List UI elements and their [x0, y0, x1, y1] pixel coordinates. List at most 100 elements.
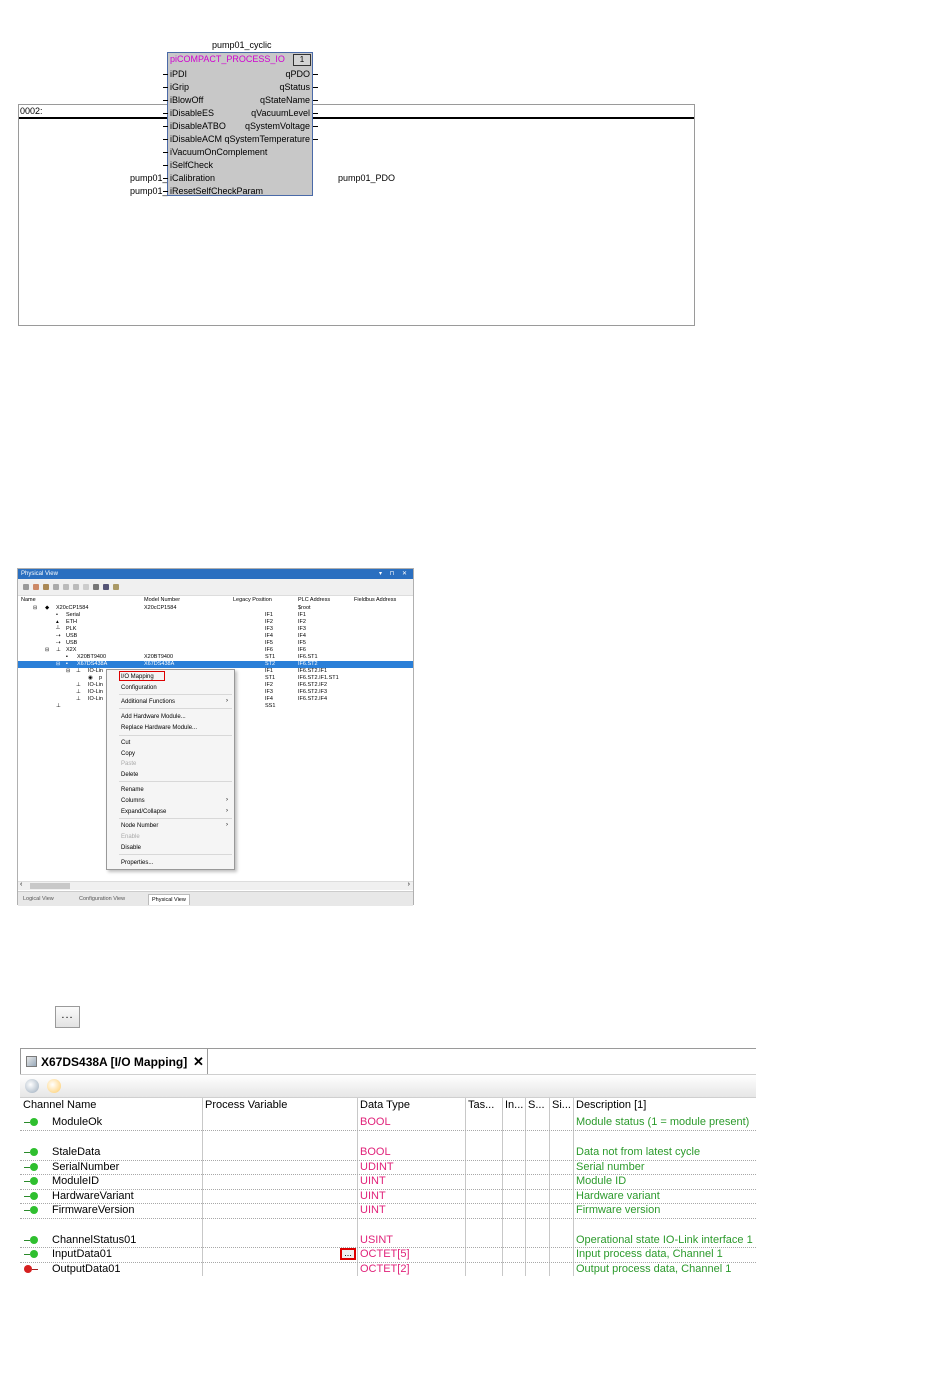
tree-row[interactable]: ⊟ ◆ X20cCP1584 X20cCP1584 $root	[18, 605, 413, 612]
tab-physical-view[interactable]: Physical View	[148, 894, 190, 905]
table-row[interactable]: ModuleOk BOOL Module status (1 = module pr…	[20, 1115, 756, 1131]
io-mapping-grid: Channel Name Process Variable Data Type …	[20, 1098, 756, 1276]
usb-icon: ⇢	[56, 640, 61, 646]
output-wire-pdo[interactable]: pump01_PDO	[338, 173, 395, 183]
menu-expand-collapse[interactable]: Expand/Collapse	[121, 808, 166, 816]
table-row[interactable]: OutputData01 OCTET[2] Output process data,…	[20, 1262, 756, 1277]
scrollbar-thumb[interactable]	[30, 883, 70, 889]
function-block[interactable]: piCOMPACT_PROCESS_IO 1 iPDI iGrip iBlowO…	[163, 52, 318, 197]
col-description[interactable]: Description [1]	[576, 1098, 756, 1113]
input-channel-icon	[30, 1118, 38, 1126]
tree-row-selected[interactable]: ⊟ ▪ X67DS438A X67DS438A ST2 IF6.ST2	[18, 661, 413, 668]
col-position[interactable]: Legacy Position	[233, 597, 272, 603]
menu-node-number[interactable]: Node Number	[121, 822, 158, 830]
menu-configuration[interactable]: Configuration	[121, 684, 157, 692]
menu-replace-hardware-module[interactable]: Replace Hardware Module...	[121, 724, 197, 732]
menu-additional-functions[interactable]: Additional Functions	[121, 698, 175, 706]
refresh-icon[interactable]	[47, 1079, 61, 1093]
toolbar-icon[interactable]	[53, 584, 59, 590]
fb-input-pin[interactable]: iBlowOff	[170, 94, 203, 106]
menu-paste: Paste	[121, 761, 137, 767]
wand-icon[interactable]	[25, 1079, 39, 1093]
col-inverse[interactable]: In...	[505, 1098, 525, 1113]
table-row[interactable]: FirmwareVersion UINT Firmware version	[20, 1203, 756, 1219]
toolbar-icon[interactable]	[83, 584, 89, 590]
menu-add-hardware-module[interactable]: Add Hardware Module...	[121, 713, 186, 721]
col-task[interactable]: Tas...	[468, 1098, 502, 1113]
col-model[interactable]: Model Number	[144, 597, 180, 603]
panel-toolbar	[18, 579, 413, 596]
horizontal-scrollbar[interactable]: ‹ ›	[18, 881, 413, 890]
input-channel-icon	[30, 1235, 38, 1244]
toolbar-icon[interactable]	[113, 584, 119, 590]
toolbar-icon[interactable]	[103, 584, 109, 590]
serial-icon: •	[56, 612, 58, 618]
table-row[interactable]: StaleData BOOL Data not from latest cycle	[20, 1145, 756, 1161]
panel-window-buttons[interactable]: ▾ ⊓ ✕	[379, 569, 410, 579]
fb-output-pin[interactable]: qStatus	[279, 81, 310, 93]
fb-output-pin[interactable]: qSystemVoltage	[245, 120, 310, 132]
fb-output-pin[interactable]: qSystemTemperature	[224, 133, 310, 145]
menu-cut[interactable]: Cut	[121, 739, 130, 747]
fb-input-pin[interactable]: iPDI	[170, 68, 187, 80]
menu-columns[interactable]: Columns	[121, 797, 145, 805]
menu-properties[interactable]: Properties...	[121, 859, 153, 867]
tree-row[interactable]: ⇢ USB IF5 IF5	[18, 640, 413, 647]
submenu-arrow-icon: ›	[226, 808, 228, 814]
tree-row[interactable]: • Serial IF1 IF1	[18, 612, 413, 619]
tree-row[interactable]: ⇢ USB IF4 IF4	[18, 633, 413, 640]
close-icon[interactable]: ✕	[193, 1049, 204, 1075]
tree-row[interactable]: ┴ PLK IF3 IF3	[18, 626, 413, 633]
fb-instance-name[interactable]: pump01_cyclic	[212, 40, 272, 50]
toolbar-icon[interactable]	[23, 584, 29, 590]
io-mapping-editor: X67DS438A [I/O Mapping] ✕ Channel Name P…	[20, 1048, 756, 1276]
fb-output-pin[interactable]: qStateName	[260, 94, 310, 106]
fb-input-pin[interactable]: iDisableATBO	[170, 120, 226, 132]
col-data-type[interactable]: Data Type	[360, 1098, 464, 1113]
fb-input-pin[interactable]: iDisableACM	[170, 133, 222, 145]
eth-icon: ▴	[56, 619, 59, 625]
table-row[interactable]: HardwareVariant UINT Hardware variant	[20, 1189, 756, 1205]
col-plc-address[interactable]: PLC Address	[298, 597, 330, 603]
menu-delete[interactable]: Delete	[121, 771, 138, 779]
table-row[interactable]: ModuleID UINT Module ID	[20, 1174, 756, 1190]
ellipsis-button[interactable]: ...	[55, 1006, 80, 1028]
fb-output-pin[interactable]: qPDO	[285, 68, 310, 80]
tab-logical-view[interactable]: Logical View	[20, 894, 57, 904]
fb-input-pin[interactable]: iCalibration	[170, 172, 215, 184]
toolbar-icon[interactable]	[43, 584, 49, 590]
tree-row[interactable]: ⊟ ⊥ X2X IF6 IF6	[18, 647, 413, 654]
col-si[interactable]: Si...	[552, 1098, 572, 1113]
menu-rename[interactable]: Rename	[121, 786, 144, 794]
toolbar-icon[interactable]	[73, 584, 79, 590]
menu-disable[interactable]: Disable	[121, 844, 141, 852]
col-fieldbus-address[interactable]: Fieldbus Address	[354, 597, 396, 603]
toolbar-icon[interactable]	[63, 584, 69, 590]
fb-output-pin[interactable]: qVacuumLevel	[251, 107, 310, 119]
toolbar-icon[interactable]	[93, 584, 99, 590]
editor-tab[interactable]: X67DS438A [I/O Mapping] ✕	[20, 1048, 208, 1074]
table-row[interactable]: InputData01 ... OCTET[5] Input process da…	[20, 1247, 756, 1263]
menu-copy[interactable]: Copy	[121, 750, 135, 758]
tab-configuration-view[interactable]: Configuration View	[76, 894, 128, 904]
col-channel-name[interactable]: Channel Name	[23, 1098, 201, 1113]
iolink-icon: ⊥	[76, 696, 81, 702]
col-name[interactable]: Name	[21, 597, 36, 603]
process-variable-browse-button[interactable]: ...	[340, 1248, 356, 1261]
col-s[interactable]: S...	[528, 1098, 546, 1113]
fb-input-pin[interactable]: iResetSelfCheckParam	[170, 185, 263, 197]
toolbar-icon[interactable]	[33, 584, 39, 590]
fb-input-pin[interactable]: iDisableES	[170, 107, 214, 119]
menu-enable: Enable	[121, 834, 140, 840]
table-row[interactable]: ChannelStatus01 USINT Operational state IO…	[20, 1233, 756, 1249]
fb-input-pin[interactable]: iSelfCheck	[170, 159, 213, 171]
col-process-variable[interactable]: Process Variable	[205, 1098, 355, 1113]
table-row[interactable]: SerialNumber UDINT Serial number	[20, 1160, 756, 1176]
usb-icon: ⇢	[56, 633, 61, 639]
fb-input-pin[interactable]: iGrip	[170, 81, 189, 93]
fb-input-pin[interactable]: iVacuumOnComplement	[170, 146, 267, 158]
panel-title-bar: Physical View ▾ ⊓ ✕	[18, 569, 413, 579]
tree-row[interactable]: ▪ X20BT9400 X20BT9400 ST1 IF6.ST1	[18, 654, 413, 661]
menu-io-mapping[interactable]: I/O Mapping	[121, 673, 154, 681]
tree-row[interactable]: ▴ ETH IF2 IF2	[18, 619, 413, 626]
